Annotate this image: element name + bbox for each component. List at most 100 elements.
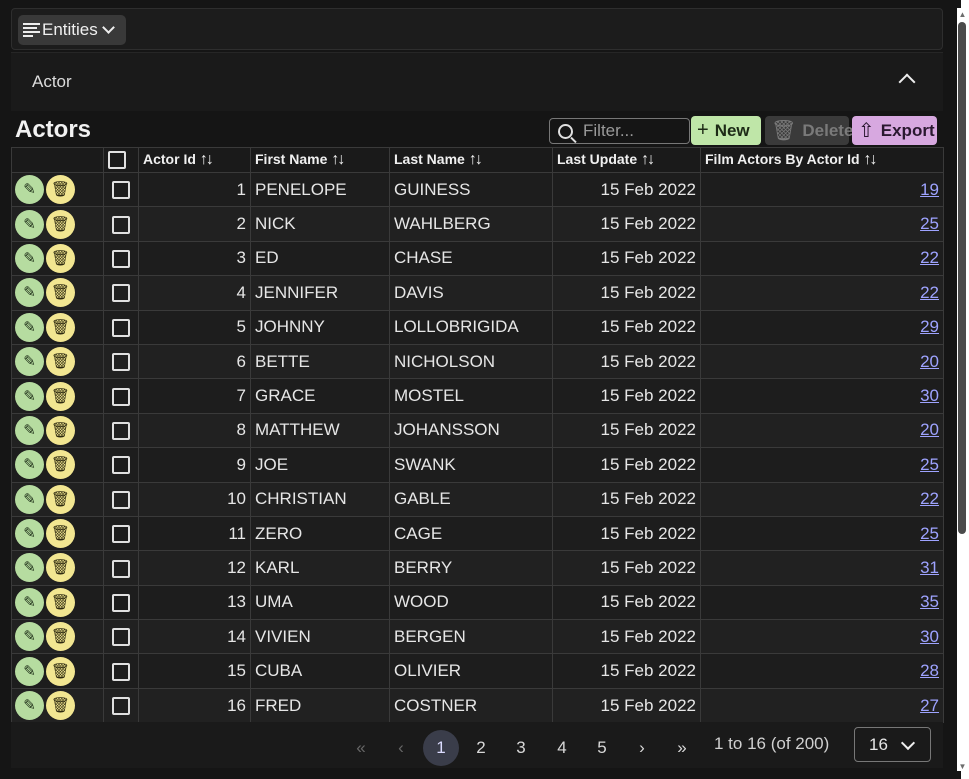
filter-box[interactable] [549,118,690,144]
edit-row-button[interactable]: ✎ [15,415,44,445]
edit-row-button[interactable]: ✎ [15,553,44,583]
edit-row-button[interactable]: ✎ [15,209,44,239]
column-header-last-name[interactable]: Last Name ↑↓ [389,147,553,173]
next-page-button[interactable]: › [624,730,660,766]
app-window: Entities Actor Actors + New 🗑 Delete ⇧ E… [0,0,969,779]
edit-row-button[interactable]: ✎ [15,450,44,480]
delete-row-button[interactable]: 🗑 [46,587,75,617]
row-select-cell [103,343,139,380]
delete-row-button[interactable]: 🗑 [46,347,75,377]
scroll-up-arrow-icon[interactable]: ▲ [958,10,967,19]
row-checkbox[interactable] [112,181,130,200]
film-actors-link[interactable]: 30 [920,386,939,405]
column-header-first-name[interactable]: First Name ↑↓ [250,147,390,173]
column-header-actor-id[interactable]: Actor Id ↑↓ [138,147,251,173]
delete-row-button[interactable]: 🗑 [46,553,75,583]
delete-row-button[interactable]: 🗑 [46,209,75,239]
delete-row-button[interactable]: 🗑 [46,312,75,342]
edit-row-button[interactable]: ✎ [15,656,44,686]
page-button-4[interactable]: 4 [544,730,580,766]
film-actors-link[interactable]: 19 [920,180,939,199]
row-checkbox[interactable] [112,215,130,234]
sort-icon[interactable]: ↑↓ [864,151,878,168]
delete-row-button[interactable]: 🗑 [46,175,75,205]
film-actors-link[interactable]: 35 [920,592,939,611]
row-checkbox[interactable] [112,421,130,440]
film-actors-link[interactable]: 31 [920,558,939,577]
film-actors-link[interactable]: 25 [920,524,939,543]
film-actors-link[interactable]: 25 [920,214,939,233]
prev-page-button[interactable]: ‹ [383,730,419,766]
delete-row-button[interactable]: 🗑 [46,381,75,411]
row-checkbox[interactable] [112,697,130,716]
scroll-down-arrow-icon[interactable]: ▼ [958,762,967,771]
entities-menu-button[interactable]: Entities [18,15,126,45]
edit-row-button[interactable]: ✎ [15,381,44,411]
row-checkbox[interactable] [112,387,130,406]
delete-row-button[interactable]: 🗑 [46,243,75,273]
sort-icon[interactable]: ↑↓ [331,151,345,168]
delete-row-button[interactable]: 🗑 [46,691,75,721]
row-checkbox[interactable] [112,490,130,509]
scrollbar-thumb[interactable] [958,22,966,534]
row-checkbox[interactable] [112,559,130,578]
sort-icon[interactable]: ↑↓ [641,151,655,168]
delete-row-button[interactable]: 🗑 [46,656,75,686]
filter-input[interactable] [583,121,683,141]
first-page-button[interactable]: « [343,730,379,766]
page-button-5[interactable]: 5 [584,730,620,766]
page-button-2[interactable]: 2 [463,730,499,766]
row-checkbox[interactable] [112,593,130,612]
delete-row-button[interactable]: 🗑 [46,415,75,445]
film-actors-link[interactable]: 27 [920,696,939,715]
last-page-button[interactable]: » [664,730,700,766]
delete-row-button[interactable]: 🗑 [46,622,75,652]
film-actors-link[interactable]: 22 [920,248,939,267]
film-actors-link[interactable]: 28 [920,661,939,680]
film-actors-link[interactable]: 25 [920,455,939,474]
film-actors-link[interactable]: 29 [920,317,939,336]
page-button-1[interactable]: 1 [423,730,459,766]
row-checkbox[interactable] [112,249,130,268]
panel-header[interactable]: Actor [11,52,943,111]
sort-icon[interactable]: ↑↓ [200,151,214,168]
delete-row-button[interactable]: 🗑 [46,450,75,480]
film-actors-link[interactable]: 20 [920,352,939,371]
select-all-checkbox[interactable] [108,151,126,170]
edit-row-button[interactable]: ✎ [15,484,44,514]
delete-row-button[interactable]: 🗑 [46,519,75,549]
row-checkbox[interactable] [112,525,130,544]
edit-row-button[interactable]: ✎ [15,587,44,617]
page-size-select[interactable]: 16 [854,727,931,762]
edit-row-button[interactable]: ✎ [15,175,44,205]
edit-row-button[interactable]: ✎ [15,519,44,549]
edit-row-button[interactable]: ✎ [15,691,44,721]
new-button[interactable]: + New [691,116,761,145]
film-actors-link[interactable]: 22 [920,489,939,508]
page-button-3[interactable]: 3 [503,730,539,766]
row-checkbox[interactable] [112,628,130,647]
export-button[interactable]: ⇧ Export [852,116,937,145]
delete-button[interactable]: 🗑 Delete [765,116,853,145]
edit-row-button[interactable]: ✎ [15,312,44,342]
edit-row-button[interactable]: ✎ [15,243,44,273]
row-actions: ✎ 🗑 [11,309,104,345]
delete-row-button[interactable]: 🗑 [46,278,75,308]
row-checkbox[interactable] [112,353,130,372]
row-checkbox[interactable] [112,284,130,303]
row-checkbox[interactable] [112,456,130,475]
edit-row-button[interactable]: ✎ [15,347,44,377]
column-header-last-update[interactable]: Last Update ↑↓ [552,147,701,173]
sort-icon[interactable]: ↑↓ [469,151,483,168]
edit-row-button[interactable]: ✎ [15,278,44,308]
film-actors-link[interactable]: 30 [920,627,939,646]
film-actors-link[interactable]: 22 [920,283,939,302]
film-actors-cell: 31 [700,550,944,586]
row-checkbox[interactable] [112,662,130,681]
chevron-up-icon[interactable] [898,73,916,91]
delete-row-button[interactable]: 🗑 [46,484,75,514]
film-actors-link[interactable]: 20 [920,420,939,439]
row-checkbox[interactable] [112,318,130,337]
edit-row-button[interactable]: ✎ [15,622,44,652]
column-header-film-actors[interactable]: Film Actors By Actor Id ↑↓ [700,147,944,173]
